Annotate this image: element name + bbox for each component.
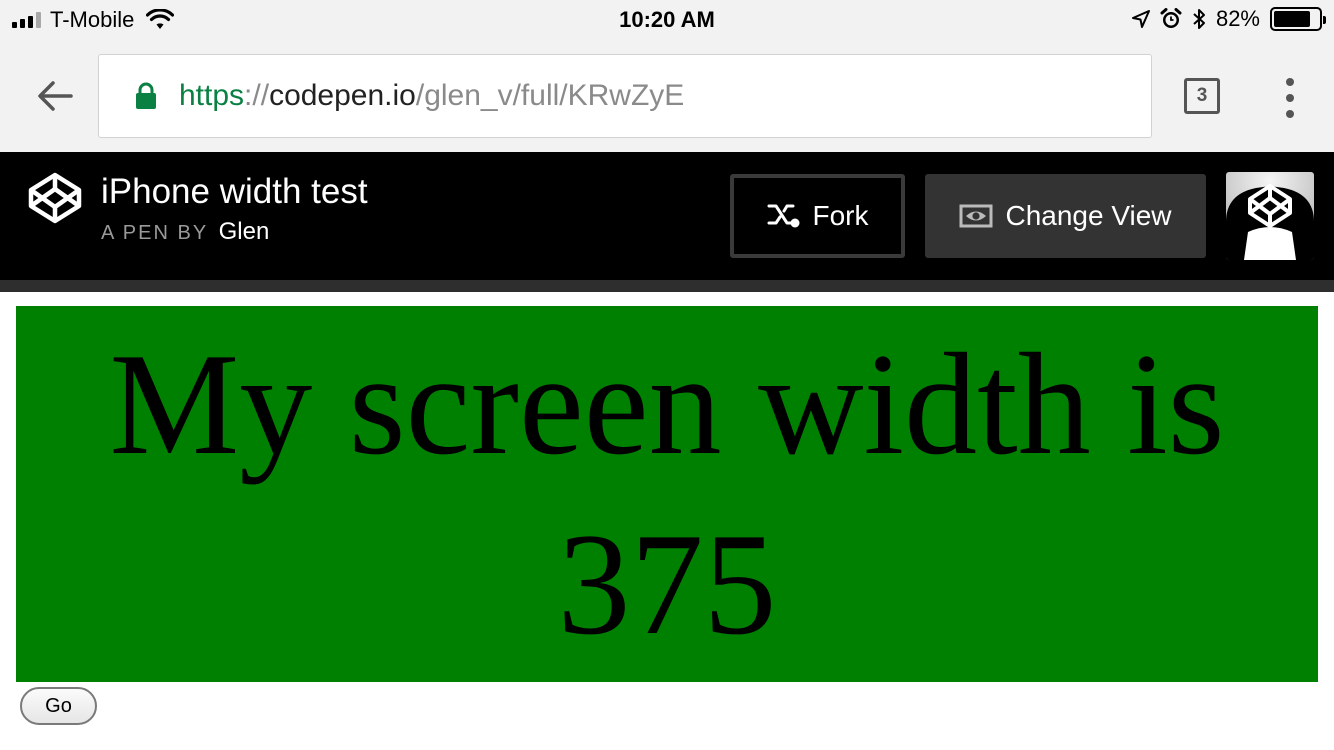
url-text: https://codepen.io/glen_v/full/KRwZyE (179, 79, 684, 113)
change-view-label: Change View (1005, 200, 1172, 231)
browser-toolbar: https://codepen.io/glen_v/full/KRwZyE 3 (0, 40, 1334, 152)
battery-icon (1270, 7, 1326, 31)
avatar-codepen-icon (1226, 184, 1314, 260)
battery-percent: 82% (1215, 6, 1260, 31)
eye-icon (959, 204, 993, 228)
width-display-box: My screen width is 375 (16, 306, 1318, 682)
screen-width-heading: My screen width is 375 (109, 323, 1225, 665)
pen-byline: A PEN BY Glen (101, 218, 269, 246)
back-button[interactable] (30, 74, 80, 118)
menu-dot (1286, 94, 1294, 102)
status-bar: T-Mobile 10:20 AM 82% (0, 0, 1334, 40)
battery-fill (1274, 11, 1311, 27)
author-link[interactable]: Glen (219, 218, 270, 245)
go-button[interactable]: Go (20, 687, 97, 725)
pen-title: iPhone width test (101, 172, 368, 211)
alarm-icon (1160, 8, 1182, 28)
url-separator: :// (244, 79, 270, 112)
tab-switcher-button[interactable]: 3 (1184, 78, 1220, 114)
tab-count: 3 (1196, 85, 1208, 106)
location-arrow-icon (1131, 10, 1150, 28)
overflow-menu-button[interactable] (1280, 78, 1300, 118)
fork-label: Fork (812, 200, 869, 231)
change-view-button[interactable]: Change View (925, 174, 1206, 258)
go-label: Go (45, 694, 72, 717)
codepen-logo-icon[interactable] (28, 172, 82, 224)
lock-icon (136, 82, 156, 109)
status-bar-right: 82% (1131, 6, 1326, 32)
byline-prefix: A PEN BY (101, 222, 209, 244)
fork-button[interactable]: Fork (730, 174, 905, 258)
address-bar[interactable]: https://codepen.io/glen_v/full/KRwZyE (98, 54, 1152, 138)
menu-dot (1286, 78, 1294, 86)
battery-nub (1323, 16, 1326, 24)
bluetooth-icon (1193, 9, 1205, 29)
user-avatar[interactable] (1226, 172, 1314, 260)
url-host: codepen.io (269, 79, 416, 112)
back-arrow-icon (38, 81, 73, 111)
url-path: /glen_v/full/KRwZyE (415, 79, 685, 112)
menu-dot (1286, 110, 1294, 118)
url-scheme: https (179, 79, 245, 112)
fork-icon (767, 204, 799, 228)
header-divider (0, 280, 1334, 292)
